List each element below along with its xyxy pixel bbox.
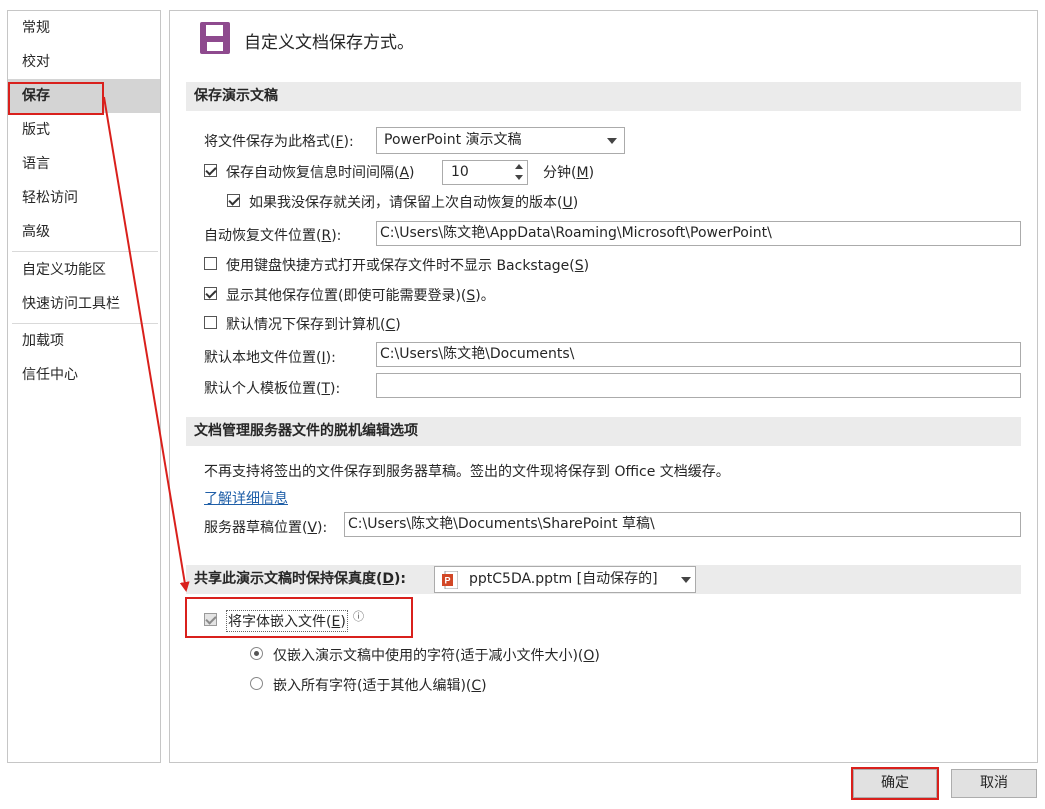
annotation-arrow: [103, 96, 190, 592]
